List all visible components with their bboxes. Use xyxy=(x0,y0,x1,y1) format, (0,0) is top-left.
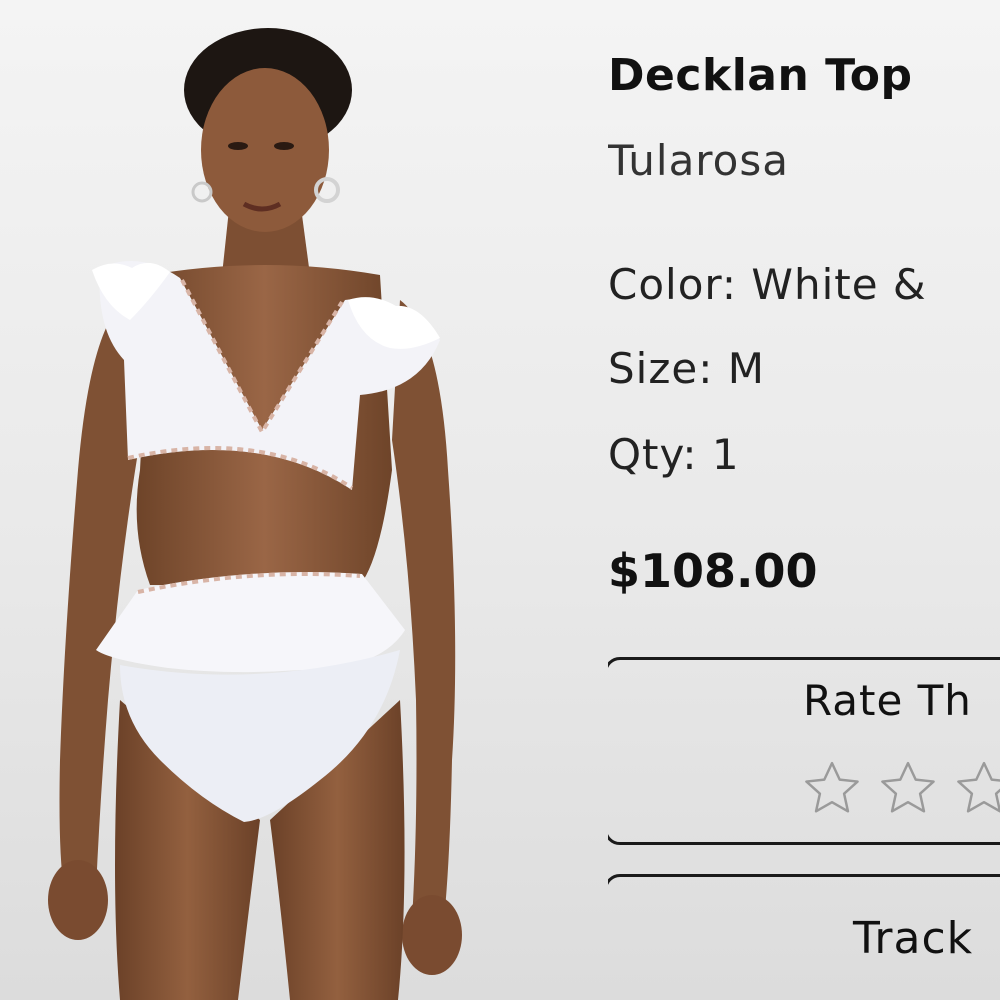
product-price: $108.00 xyxy=(608,544,818,598)
rate-this-item-panel: Rate Th xyxy=(608,657,1000,845)
order-item-details: Decklan Top Tularosa Color: White & Size… xyxy=(608,0,1000,1000)
product-name: Decklan Top xyxy=(608,50,913,101)
product-image xyxy=(0,0,560,1000)
product-brand: Tularosa xyxy=(608,136,789,185)
product-size: Size: M xyxy=(608,344,765,393)
product-color: Color: White & xyxy=(608,260,927,309)
track-button-label: Track xyxy=(853,913,974,964)
star-outline-icon[interactable] xyxy=(951,756,1000,822)
star-outline-icon[interactable] xyxy=(799,756,865,822)
rate-label: Rate Th xyxy=(803,676,972,725)
star-outline-icon[interactable] xyxy=(875,756,941,822)
star-rating[interactable] xyxy=(799,756,1000,822)
product-quantity: Qty: 1 xyxy=(608,430,740,479)
track-package-button[interactable]: Track xyxy=(608,874,1000,1000)
